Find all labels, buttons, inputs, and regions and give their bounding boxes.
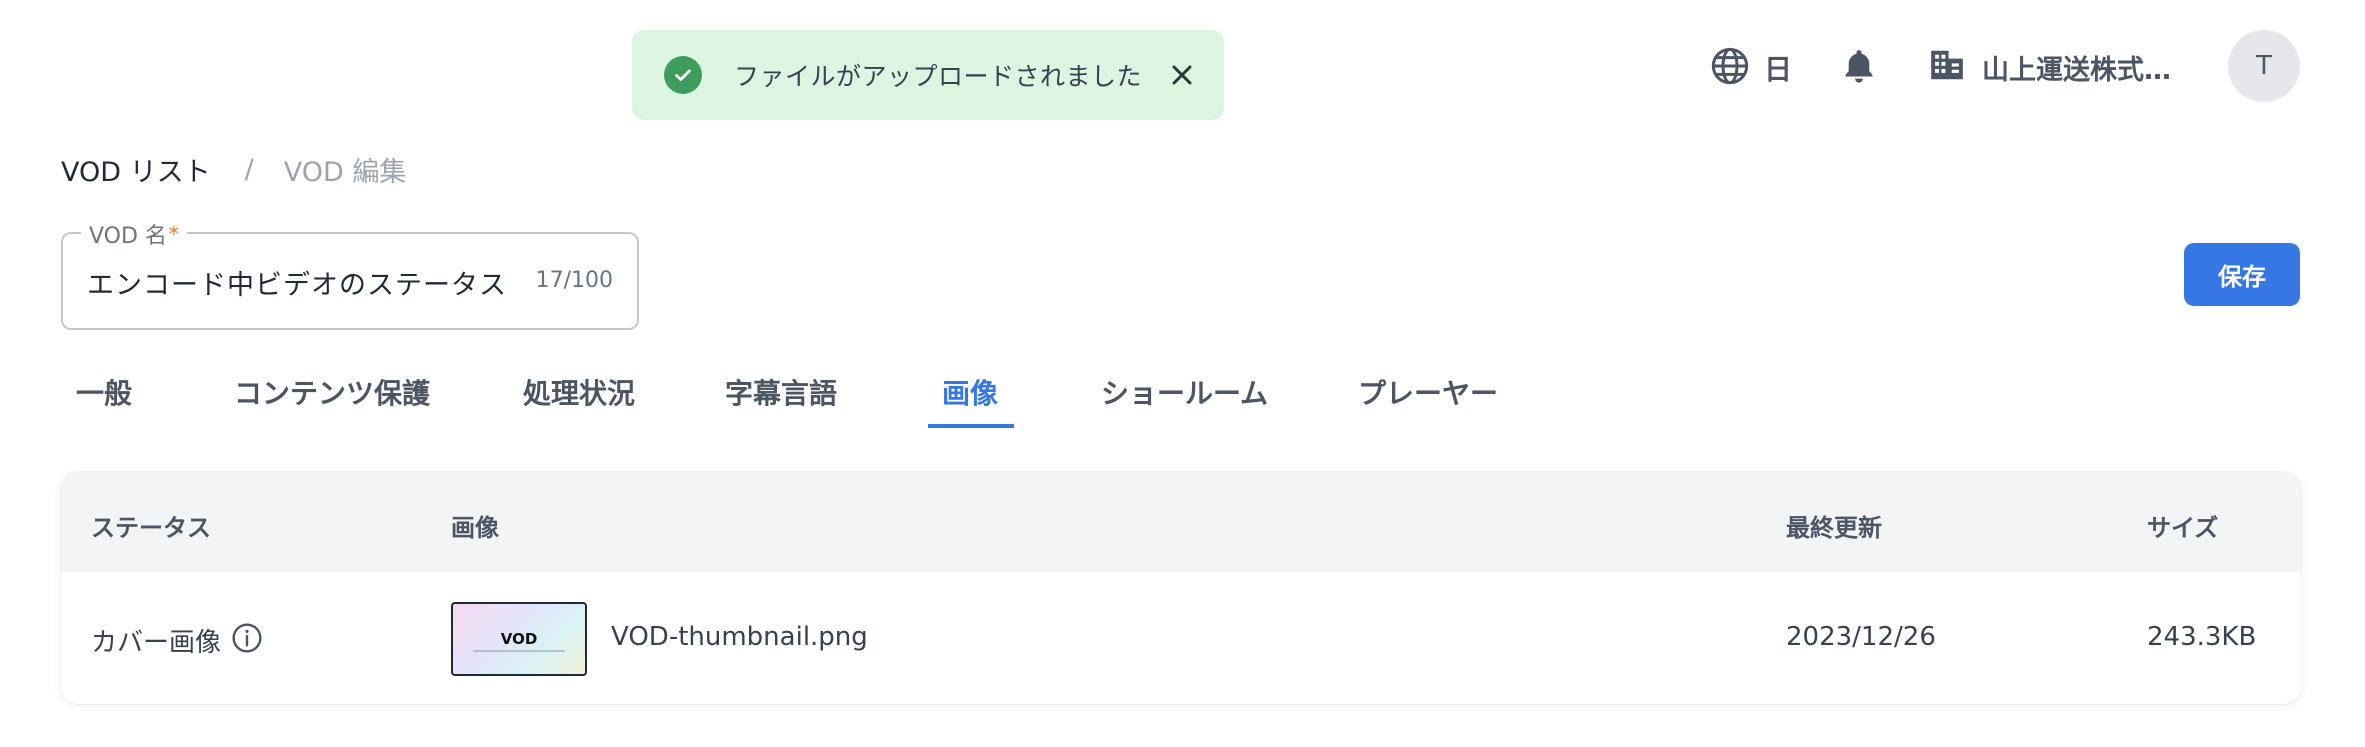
thumbnail-subline	[473, 650, 565, 652]
tab-content-protection[interactable]: コンテンツ保護	[234, 372, 430, 412]
page: ファイルがアップロードされました 日 山上運送株式… T VOD リスト / V…	[0, 0, 2365, 747]
tab-images[interactable]: 画像	[942, 372, 998, 412]
row-size: 243.3KB	[2147, 622, 2257, 652]
vod-name-input[interactable]	[87, 262, 527, 302]
images-table: ステータス 画像 最終更新 サイズ カバー画像 VOD VOD-thumbnai…	[61, 472, 2301, 704]
column-image: 画像	[451, 514, 499, 542]
column-last-updated: 最終更新	[1786, 514, 1882, 542]
breadcrumb-separator: /	[244, 154, 254, 185]
close-icon[interactable]	[1164, 57, 1200, 93]
thumbnail-image[interactable]: VOD	[451, 602, 587, 676]
avatar[interactable]: T	[2228, 30, 2300, 102]
character-counter: 17/100	[535, 268, 613, 293]
organization-label: 山上運送株式…	[1982, 54, 2171, 86]
tab-player[interactable]: プレーヤー	[1358, 372, 1498, 412]
building-icon	[1928, 46, 1966, 88]
row-filename: VOD-thumbnail.png	[611, 622, 868, 652]
active-tab-indicator	[928, 424, 1014, 428]
breadcrumb: VOD リスト / VOD 編集	[61, 150, 406, 189]
tab-general[interactable]: 一般	[76, 372, 132, 412]
upload-success-toast: ファイルがアップロードされました	[632, 30, 1224, 120]
globe-icon	[1710, 46, 1750, 90]
table-header: ステータス 画像 最終更新 サイズ	[61, 472, 2301, 572]
column-status: ステータス	[91, 514, 211, 542]
thumbnail-text: VOD	[500, 630, 538, 648]
required-mark: *	[168, 222, 179, 246]
vod-name-field: VOD 名 * 17/100	[61, 218, 639, 330]
vod-name-label-wrap: VOD 名 *	[81, 218, 187, 250]
column-size: サイズ	[2147, 514, 2219, 542]
tab-showroom[interactable]: ショールーム	[1101, 372, 1268, 412]
organization-switcher[interactable]: 山上運送株式…	[1928, 46, 2171, 88]
bell-icon	[1840, 46, 1878, 90]
row-status: カバー画像	[91, 628, 222, 658]
breadcrumb-vod-list[interactable]: VOD リスト	[61, 150, 211, 189]
notifications-button[interactable]	[1840, 46, 1878, 90]
row-last-updated: 2023/12/26	[1786, 622, 1936, 652]
toast-message: ファイルがアップロードされました	[734, 62, 1143, 91]
language-switcher[interactable]: 日	[1710, 46, 1792, 90]
vod-name-label: VOD 名	[89, 224, 167, 249]
info-icon[interactable]	[231, 622, 263, 654]
tab-subtitle-language[interactable]: 字幕言語	[725, 372, 837, 412]
check-circle-icon	[664, 56, 702, 94]
breadcrumb-vod-edit: VOD 編集	[283, 157, 407, 188]
save-button[interactable]: 保存	[2184, 243, 2300, 306]
tab-processing-status[interactable]: 処理状況	[523, 372, 635, 412]
language-label: 日	[1764, 53, 1793, 86]
